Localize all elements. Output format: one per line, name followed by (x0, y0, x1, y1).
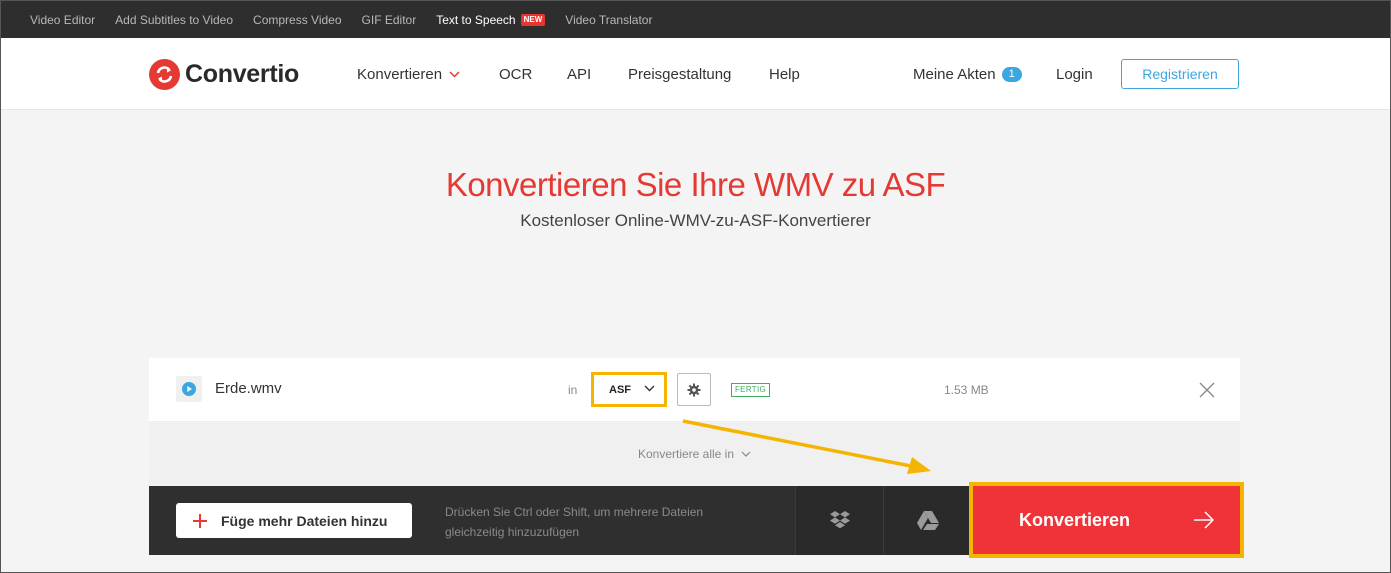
nav-api[interactable]: API (567, 66, 591, 83)
add-more-files-label: Füge mehr Dateien hinzu (221, 512, 388, 529)
convert-button[interactable]: Konvertieren (969, 482, 1244, 558)
site-header: Convertio Konvertieren OCR API Preisgest… (1, 38, 1390, 110)
topbar-link-text-to-speech-label: Text to Speech (436, 12, 516, 27)
chevron-down-icon (644, 385, 655, 392)
topbar-link-video-translator[interactable]: Video Translator (565, 13, 652, 27)
remove-file-button[interactable] (1198, 381, 1216, 399)
topbar-link-text-to-speech[interactable]: Text to Speech NEW (436, 12, 546, 27)
plus-icon (193, 513, 207, 528)
nav-ocr[interactable]: OCR (499, 66, 532, 83)
convertio-logo-icon (149, 59, 180, 90)
chevron-down-icon (741, 451, 751, 457)
play-icon (176, 376, 202, 402)
nav-pricing[interactable]: Preisgestaltung (628, 66, 731, 83)
logo-text: Convertio (185, 60, 299, 88)
google-drive-button[interactable] (883, 486, 971, 555)
file-row: Erde.wmv in ASF FERTIG 1.53 MB (149, 358, 1240, 422)
new-badge: NEW (520, 13, 546, 26)
nav-help[interactable]: Help (769, 66, 800, 83)
top-bar: Video Editor Add Subtitles to Video Comp… (1, 1, 1390, 38)
target-format-select[interactable]: ASF (591, 372, 667, 407)
page-title: Konvertieren Sie Ihre WMV zu ASF (445, 166, 946, 203)
my-files-count-badge: 1 (1001, 66, 1022, 82)
file-name: Erde.wmv (215, 380, 282, 397)
my-files-link[interactable]: Meine Akten 1 (913, 66, 1022, 83)
multi-select-hint: Drücken Sie Ctrl oder Shift, um mehrere … (445, 505, 704, 539)
gear-icon (687, 383, 701, 396)
file-size: 1.53 MB (944, 383, 989, 397)
convert-all-dropdown[interactable]: Konvertiere alle in (149, 423, 1240, 485)
topbar-link-add-subtitles[interactable]: Add Subtitles to Video (115, 13, 233, 27)
close-icon (1199, 382, 1215, 398)
register-button[interactable]: Registrieren (1121, 59, 1239, 89)
chevron-down-icon (449, 70, 460, 78)
settings-button[interactable] (677, 373, 711, 406)
topbar-link-video-editor[interactable]: Video Editor (30, 13, 95, 27)
logo[interactable]: Convertio (149, 59, 299, 90)
topbar-link-compress-video[interactable]: Compress Video (253, 13, 342, 27)
arrow-right-icon (1194, 511, 1215, 529)
dropbox-button[interactable] (795, 486, 883, 555)
target-format-value: ASF (609, 383, 631, 396)
nav-convert-link[interactable]: Konvertieren (357, 66, 460, 83)
nav-convert-label: Konvertieren (357, 65, 443, 83)
nav-convert[interactable]: Konvertieren (357, 38, 460, 110)
my-files-label: Meine Akten (913, 65, 996, 83)
convert-all-label: Konvertiere alle in (637, 447, 735, 461)
convert-button-label: Konvertieren (1019, 510, 1131, 530)
login-link[interactable]: Login (1056, 66, 1093, 83)
google-drive-icon (916, 510, 939, 530)
page-subtitle: Kostenloser Online-WMV-zu-ASF-Konvertier… (520, 211, 871, 230)
topbar-link-gif-editor[interactable]: GIF Editor (362, 13, 417, 27)
add-more-files-button[interactable]: Füge mehr Dateien hinzu (176, 503, 412, 538)
dropbox-icon (829, 510, 850, 528)
status-badge: FERTIG (731, 383, 770, 397)
in-label: in (568, 383, 578, 397)
